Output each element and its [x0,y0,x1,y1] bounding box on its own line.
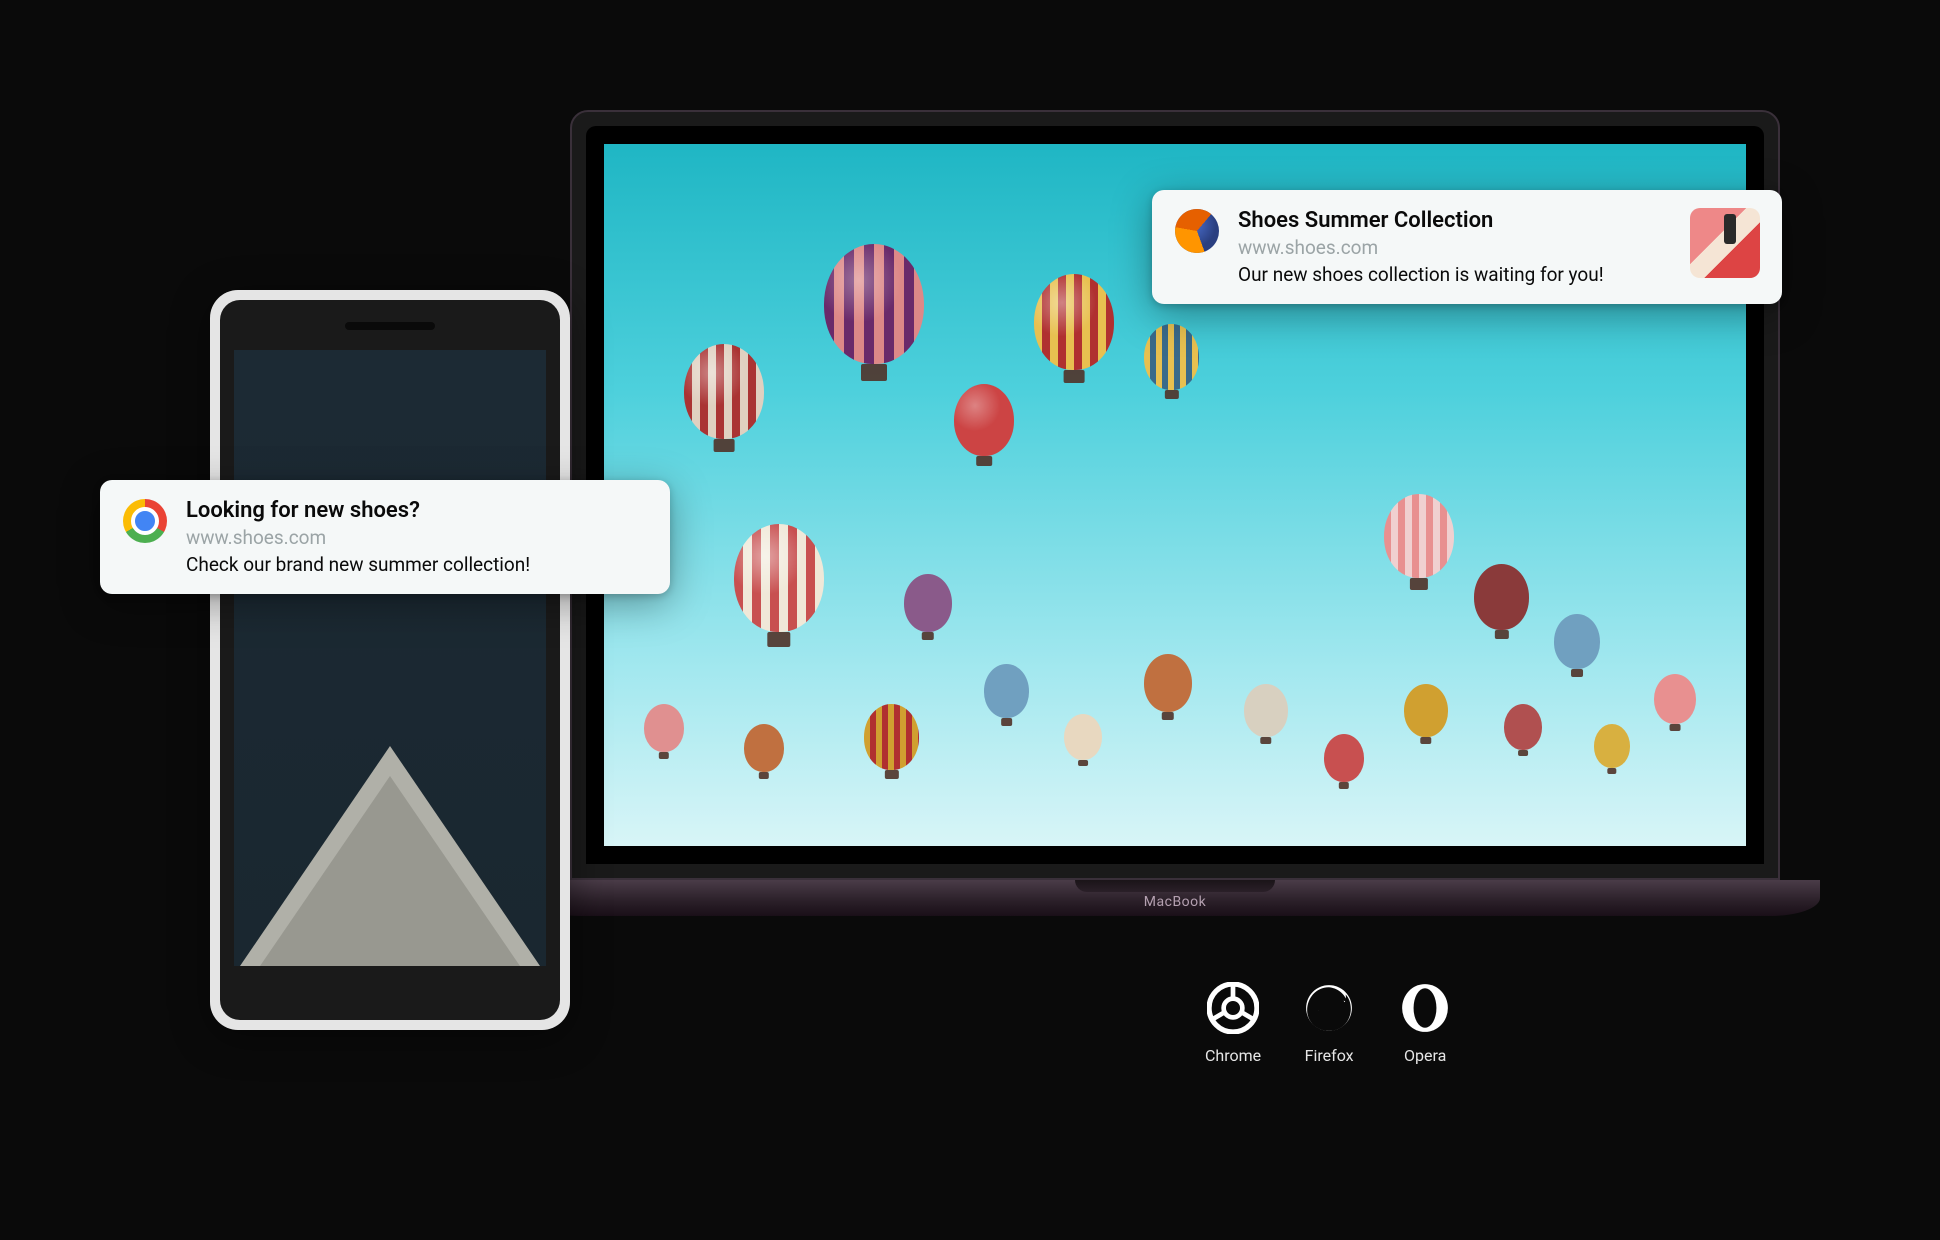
balloon-decoration [684,344,764,439]
balloon-decoration [824,244,924,364]
balloon-decoration [1594,724,1630,768]
balloon-decoration [1654,674,1696,724]
balloon-decoration [864,704,919,770]
balloon-decoration [984,664,1029,718]
phone-mockup [210,290,570,1030]
firefox-icon [1174,208,1220,254]
notification-domain: www.shoes.com [186,526,648,549]
browser-label: Opera [1404,1046,1446,1065]
browser-label: Firefox [1305,1046,1354,1065]
push-notification-chrome[interactable]: Looking for new shoes? www.shoes.com Che… [100,480,670,594]
notification-body: Looking for new shoes? www.shoes.com Che… [186,498,648,576]
balloon-decoration [1554,614,1600,669]
push-notification-firefox[interactable]: Shoes Summer Collection www.shoes.com Ou… [1152,190,1782,304]
browser-opera: Opera [1397,980,1453,1065]
balloon-decoration [1474,564,1529,630]
balloon-decoration [1034,274,1114,370]
firefox-icon [1301,980,1357,1036]
balloon-decoration [734,524,824,632]
notification-title: Shoes Summer Collection [1238,208,1672,234]
balloon-decoration [1144,654,1192,712]
laptop-hinge-notch [1075,880,1275,892]
phone-wallpaper-building [240,746,540,966]
balloon-decoration [1324,734,1364,782]
browser-chrome: Chrome [1205,980,1261,1065]
balloon-decoration [954,384,1014,456]
opera-icon [1397,980,1453,1036]
notification-domain: www.shoes.com [1238,236,1672,259]
phone-speaker [345,322,435,330]
laptop-base: MacBook [530,880,1820,916]
notification-thumbnail [1690,208,1760,278]
browser-label: Chrome [1205,1046,1261,1065]
balloon-decoration [1064,714,1102,760]
chrome-icon [1205,980,1261,1036]
supported-browsers-row: Chrome Firefox Opera [1205,980,1453,1065]
balloon-decoration [1244,684,1288,737]
phone-bezel [220,300,560,1020]
balloon-decoration [1384,494,1454,578]
phone-wallpaper [234,350,546,966]
balloon-decoration [904,574,952,632]
balloon-decoration [644,704,684,752]
notification-body: Shoes Summer Collection www.shoes.com Ou… [1238,208,1672,286]
balloon-decoration [1144,324,1199,390]
balloon-decoration [744,724,784,772]
balloon-decoration [1404,684,1448,737]
browser-firefox: Firefox [1301,980,1357,1065]
chrome-icon [122,498,168,544]
notification-message: Check our brand new summer collection! [186,553,648,576]
notification-title: Looking for new shoes? [186,498,648,524]
balloon-decoration [1504,704,1542,750]
laptop-brand-label: MacBook [1144,894,1206,910]
notification-message: Our new shoes collection is waiting for … [1238,263,1672,286]
